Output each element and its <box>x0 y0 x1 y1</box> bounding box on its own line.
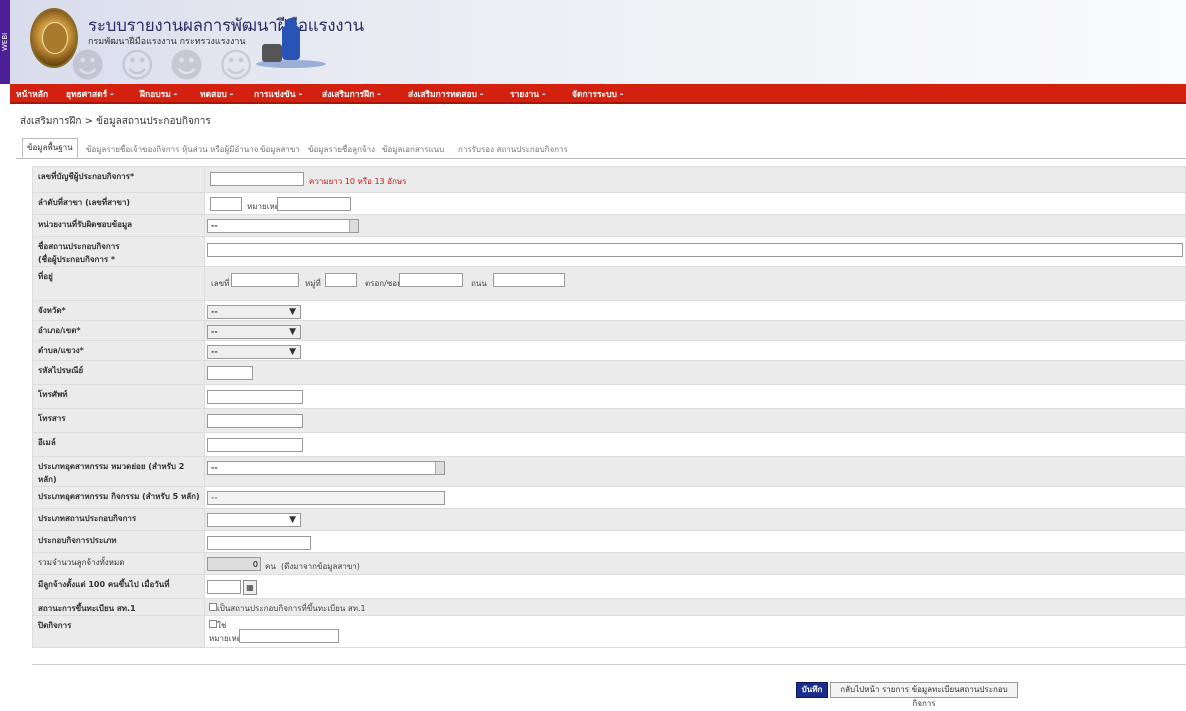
main-menu: หน้าหลัก ยุทธศาสตร์ - ฝึกอบรม - ทดสอบ - … <box>10 84 1186 104</box>
phone-label: โทรศัพท์ <box>32 384 205 409</box>
province-label: จังหวัด* <box>32 300 205 321</box>
province-select[interactable]: -- ▼ <box>207 305 301 319</box>
menu-promote-training[interactable]: ส่งเสริมการฝึก - <box>322 87 381 101</box>
addr-soi-input[interactable] <box>399 273 463 287</box>
chevron-down-icon: ▼ <box>289 327 296 337</box>
industry2-select[interactable]: -- <box>207 461 445 475</box>
chevron-down-icon <box>349 220 358 232</box>
branch-label: ลำดับที่สาขา (เลขที่สาขา) <box>32 192 205 215</box>
tab-certification[interactable]: การรับรอง สถานประกอบกิจการ <box>454 141 572 158</box>
industry2-select-value: -- <box>211 463 218 472</box>
menu-training[interactable]: ฝึกอบรม - <box>140 87 177 101</box>
background-art: ☻☺☻☺ <box>70 46 268 86</box>
menu-reports[interactable]: รายงาน - <box>510 87 546 101</box>
province-select-value: -- <box>211 307 218 316</box>
industry2-label: ประเภทอุตสาหกรรม หมวดย่อย (สำหรับ 2 หลัก… <box>32 456 205 487</box>
phone-input[interactable] <box>207 390 303 404</box>
name-label: ชื่อสถานประกอบกิจการ (ชื่อผู้ประกอบกิจการ… <box>32 236 205 267</box>
address-label: ที่อยู่ <box>32 266 205 301</box>
addr-soi-label: ตรอก/ซอย <box>365 279 402 288</box>
addr-no-label: เลขที่ <box>211 279 230 288</box>
tax-id-input[interactable] <box>210 172 304 186</box>
chevron-down-icon: ▼ <box>289 307 296 317</box>
addr-no-input[interactable] <box>231 273 299 287</box>
branch-note-input[interactable] <box>277 197 351 211</box>
header-banner: ระบบรายงานผลการพัฒนาฝีมือแรงงาน กรมพัฒนา… <box>10 0 1186 86</box>
subdistrict-select[interactable]: -- ▼ <box>207 345 301 359</box>
name-label-line2: (ชื่อผู้ประกอบกิจการ * <box>38 255 116 264</box>
subdistrict-label: ตำบล/แขวง* <box>32 340 205 361</box>
closed-checkbox[interactable] <box>209 620 217 628</box>
closed-note-input[interactable] <box>239 629 339 643</box>
addr-road-label: ถนน <box>471 279 487 288</box>
chevron-down-icon: ▼ <box>289 347 296 357</box>
tab-attachments[interactable]: ข้อมูลเอกสารแนบ <box>378 141 448 158</box>
bizother-label: ประกอบกิจการประเภท <box>32 530 205 553</box>
industry5-select[interactable]: -- <box>207 491 445 505</box>
employees-label: รวมจำนวนลูกจ้างทั้งหมด <box>32 552 205 575</box>
biztype-select[interactable]: ▼ <box>207 513 301 527</box>
email-input[interactable] <box>207 438 303 452</box>
agency-label: หน่วยงานที่รับผิดชอบข้อมูล <box>32 214 205 237</box>
fax-input[interactable] <box>207 414 303 428</box>
subdistrict-select-value: -- <box>211 347 218 356</box>
fax-label: โทรสาร <box>32 408 205 433</box>
district-label: อำเภอ/เขต* <box>32 320 205 341</box>
over100-date-input[interactable] <box>207 580 241 594</box>
menu-competition[interactable]: การแข่งขัน - <box>254 87 302 101</box>
menu-strategy[interactable]: ยุทธศาสตร์ - <box>66 87 114 101</box>
menu-testing[interactable]: ทดสอบ - <box>200 87 233 101</box>
tax-id-note: ความยาว 10 หรือ 13 อักษร <box>309 177 407 186</box>
industry5-select-value: -- <box>211 493 218 502</box>
district-select[interactable]: -- ▼ <box>207 325 301 339</box>
email-label: อีเมล์ <box>32 432 205 457</box>
employees-unit: คน <box>265 562 276 571</box>
back-to-list-button[interactable]: กลับไปหน้า รายการ ข้อมูลทะเบียนสถานประกอ… <box>830 682 1018 708</box>
industry5-label: ประเภทอุตสาหกรรม กิจกรรม (สำหรับ 5 หลัก) <box>32 486 205 509</box>
addr-moo-label: หมู่ที่ <box>305 279 321 288</box>
tab-owners[interactable]: ข้อมูลรายชื่อเจ้าของกิจการ หุ้นส่วน หรือ… <box>82 141 262 158</box>
agency-select-value: -- <box>211 221 218 230</box>
branch-no-input[interactable] <box>210 197 242 211</box>
menu-admin[interactable]: จัดการระบบ - <box>572 87 623 101</box>
menu-home[interactable]: หน้าหลัก <box>16 87 48 101</box>
reg-status-text: เป็นสถานประกอบกิจการที่ขึ้นทะเบียน สท.1 <box>217 604 366 613</box>
name-label-line1: ชื่อสถานประกอบกิจการ <box>38 242 120 251</box>
employees-input <box>207 557 261 571</box>
breadcrumb: ส่งเสริมการฝึก > ข้อมูลสถานประกอบกิจการ <box>20 116 211 127</box>
divider <box>32 664 1186 665</box>
tax-id-label: เลขที่บัญชีผู้ประกอบกิจการ* <box>32 166 205 193</box>
over100-label: มีลูกจ้างตั้งแต่ 100 คนขึ้นไป เมื่อวันที… <box>32 574 205 599</box>
side-label: WEBI <box>0 0 10 84</box>
tab-bar: ข้อมูลพื้นฐาน ข้อมูลรายชื่อเจ้าของกิจการ… <box>16 138 1186 159</box>
district-select-value: -- <box>211 327 218 336</box>
agency-select[interactable]: -- <box>207 219 359 233</box>
closed-text: ใช่ <box>217 621 227 630</box>
chevron-down-icon: ▼ <box>289 515 296 525</box>
employees-note: (ดึงมาจากข้อมูลสาขา) <box>281 562 360 571</box>
biztype-label: ประเภทสถานประกอบกิจการ <box>32 508 205 531</box>
bizother-input[interactable] <box>207 536 311 550</box>
people-graphic-icon <box>250 18 330 78</box>
addr-road-input[interactable] <box>493 273 565 287</box>
tab-employees[interactable]: ข้อมูลรายชื่อลูกจ้าง <box>304 141 379 158</box>
save-button[interactable]: บันทึก <box>796 682 828 698</box>
closed-note-label: หมายเหตุ <box>209 634 242 643</box>
chevron-down-icon <box>435 462 444 474</box>
menu-promote-testing[interactable]: ส่งเสริมการทดสอบ - <box>408 87 483 101</box>
tab-basic-info[interactable]: ข้อมูลพื้นฐาน <box>22 138 78 158</box>
business-form: เลขที่บัญชีผู้ประกอบกิจการ* ความยาว 10 ห… <box>32 166 1186 648</box>
reg-status-checkbox[interactable] <box>209 603 217 611</box>
addr-moo-input[interactable] <box>325 273 357 287</box>
branch-note-label: หมายเหตุ <box>247 202 280 211</box>
business-name-input[interactable] <box>207 243 1183 257</box>
tab-branches[interactable]: ข้อมูลสาขา <box>256 141 304 158</box>
postal-label: รหัสไปรษณีย์ <box>32 360 205 385</box>
reg-status-label: สถานะการขึ้นทะเบียน สท.1 <box>32 598 205 616</box>
postal-input[interactable] <box>207 366 253 380</box>
calendar-icon[interactable]: ▦ <box>243 580 257 595</box>
closed-label: ปิดกิจการ <box>32 615 205 648</box>
